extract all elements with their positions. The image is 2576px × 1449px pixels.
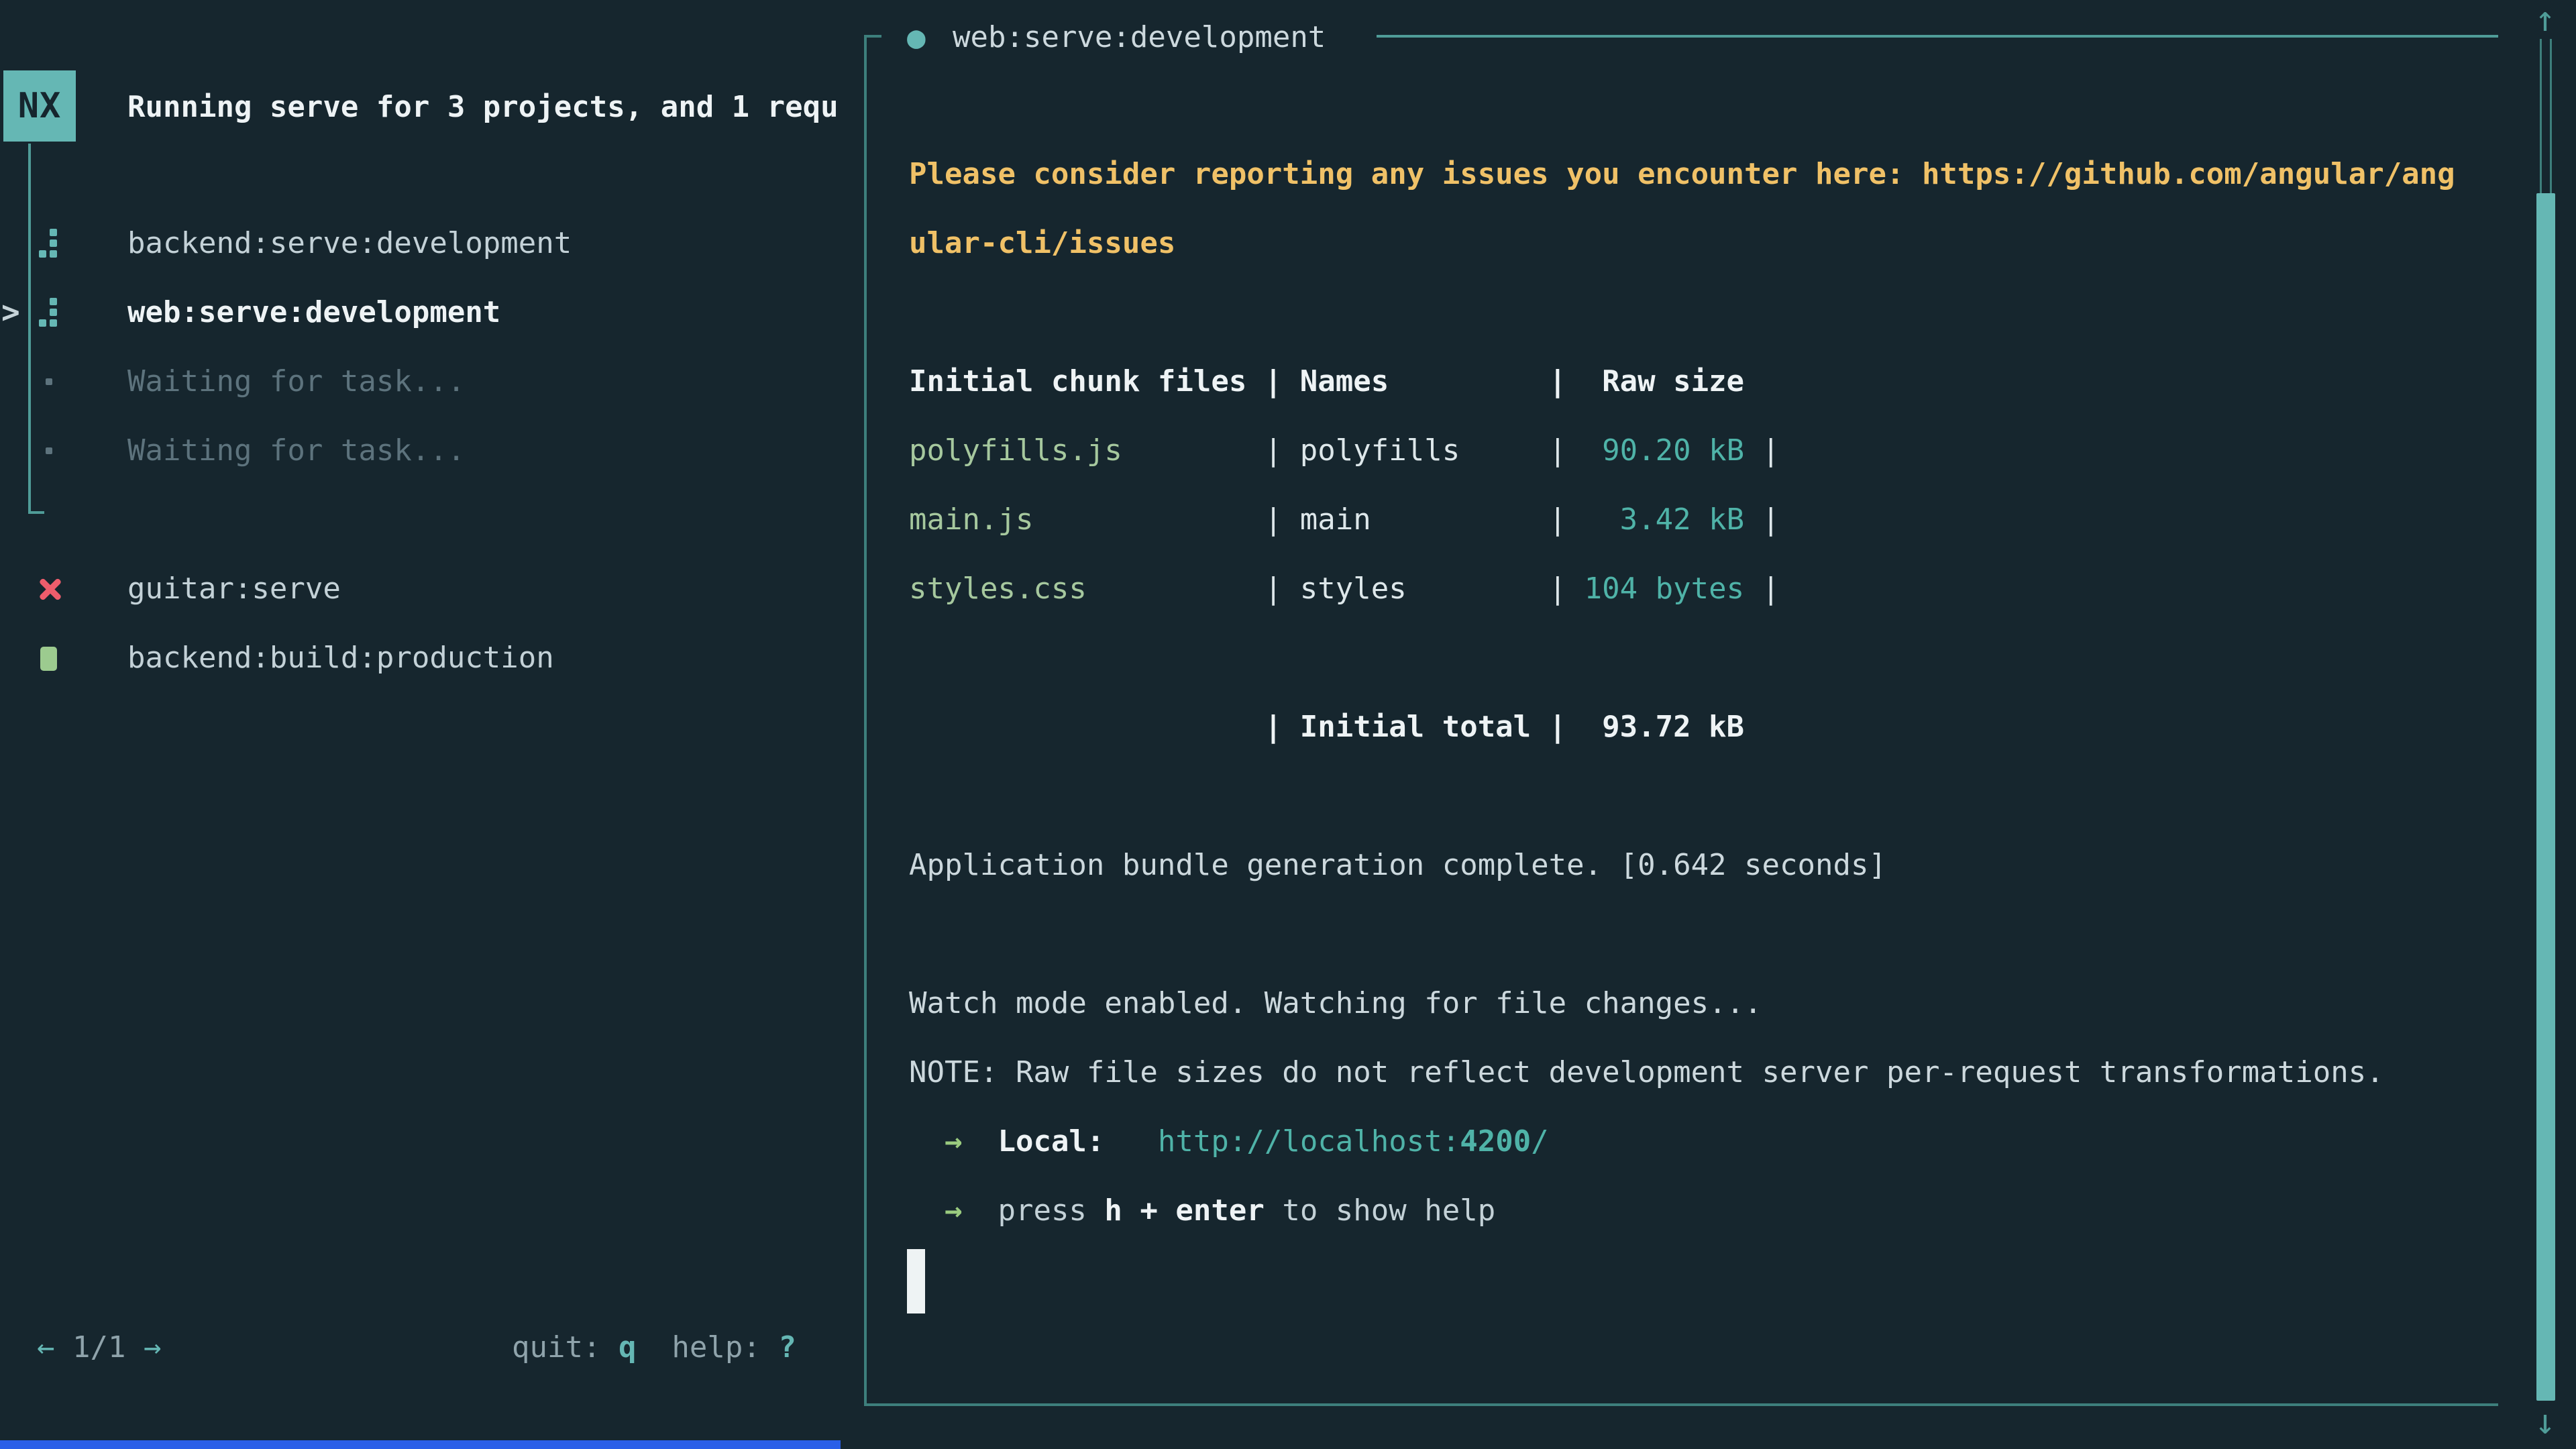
terminal-text-segment: | — [1744, 433, 1780, 468]
terminal-text-segment — [909, 1193, 945, 1228]
terminal-line — [909, 900, 2492, 969]
terminal-text-segment: | Initial total | 93.72 kB — [909, 710, 1744, 744]
spinner-icon — [39, 298, 58, 327]
terminal-text-segment: Local: — [998, 1124, 1104, 1159]
nx-logo: NX — [3, 70, 76, 142]
task-label: backend:serve:development — [127, 209, 572, 278]
task-row[interactable]: guitar:serve — [0, 554, 863, 623]
terminal-line: NOTE: Raw file sizes do not reflect deve… — [909, 1038, 2492, 1107]
terminal-text-segment: → — [945, 1124, 963, 1159]
task-row-spacer — [0, 485, 863, 554]
task-row[interactable]: backend:serve:development — [0, 209, 863, 278]
output-panel-border-top — [1377, 35, 2498, 38]
selected-task-chevron-icon: > — [1, 278, 20, 347]
waiting-dot-icon — [46, 447, 52, 454]
terminal-line — [909, 761, 2492, 830]
terminal-text-segment: h + enter — [1104, 1193, 1264, 1228]
terminal-text-segment: main.js — [909, 502, 1265, 537]
terminal-text-segment — [909, 1124, 945, 1159]
terminal-text-segment: Watch mode enabled. Watching for file ch… — [909, 986, 1762, 1020]
scrollbar-track[interactable] — [2540, 39, 2552, 193]
output-panel-title: web:serve:development — [953, 5, 1326, 69]
scrollbar-thumb[interactable] — [2536, 193, 2555, 1401]
task-row[interactable]: backend:build:production — [0, 623, 863, 692]
terminal-text-segment: | polyfills | — [1265, 433, 1585, 468]
terminal-cursor — [907, 1249, 925, 1313]
scroll-up-arrow-icon[interactable]: ↑ — [2525, 0, 2565, 39]
terminal-text-segment — [962, 1124, 998, 1159]
terminal-line — [909, 278, 2492, 347]
terminal-line: styles.css | styles | 104 bytes | — [909, 554, 2492, 623]
terminal-line: Watch mode enabled. Watching for file ch… — [909, 969, 2492, 1038]
terminal-line: → Local: http://localhost:4200/ — [909, 1107, 2492, 1176]
terminal-text-segment: press — [998, 1193, 1104, 1228]
terminal-text-segment: 90.20 kB — [1585, 433, 1744, 468]
task-label: backend:build:production — [127, 623, 554, 692]
page-indicator — [55, 1330, 73, 1364]
terminal-text-segment: to show help — [1265, 1193, 1495, 1228]
output-panel-border-bottom — [864, 1403, 2498, 1406]
bottom-accent-bar — [0, 1440, 841, 1449]
terminal-text-segment: Initial chunk files | Names | Raw size — [909, 364, 1744, 398]
task-list: backend:serve:development > web:serve:deve… — [0, 140, 863, 692]
terminal-text-segment: Application bundle generation complete. … — [909, 848, 1886, 882]
local-url-link[interactable]: / — [1531, 1124, 1549, 1159]
terminal-line: polyfills.js | polyfills | 90.20 kB | — [909, 416, 2492, 485]
page-next-arrow-icon[interactable]: → — [144, 1330, 162, 1364]
local-url-link[interactable]: 4200 — [1460, 1124, 1531, 1159]
terminal-line — [909, 623, 2492, 692]
terminal-line: Application bundle generation complete. … — [909, 830, 2492, 900]
terminal-text-segment: ular-cli/issues — [909, 226, 1175, 260]
scroll-down-arrow-icon[interactable]: ↓ — [2525, 1402, 2565, 1442]
task-row[interactable]: Waiting for task... — [0, 347, 863, 416]
waiting-dot-icon — [46, 378, 52, 385]
terminal-line: ular-cli/issues — [909, 209, 2492, 278]
output-panel-border-left — [864, 35, 867, 1406]
local-url-link[interactable]: http://localhost: — [1158, 1124, 1460, 1159]
task-row-spacer — [0, 140, 863, 209]
running-status-dot-icon: ● — [907, 5, 926, 69]
terminal-text-segment: polyfills.js — [909, 433, 1265, 468]
terminal-text-segment: 104 bytes — [1585, 572, 1744, 606]
terminal-line: Initial chunk files | Names | Raw size — [909, 347, 2492, 416]
terminal-text-segment: Please consider reporting any issues you… — [909, 157, 2455, 191]
help-key: ? — [778, 1330, 796, 1364]
quit-key: q — [619, 1330, 637, 1364]
terminal-text-segment: | styles | — [1265, 572, 1585, 606]
terminal-line: → press h + enter to show help — [909, 1176, 2492, 1245]
page-prev-arrow-icon[interactable]: ← — [37, 1330, 55, 1364]
task-row[interactable]: > web:serve:development — [0, 278, 863, 347]
task-label: Waiting for task... — [127, 347, 465, 416]
task-label: web:serve:development — [127, 278, 500, 347]
keyboard-hints: quit: q help: ? — [512, 1313, 796, 1382]
quit-hint-label: quit: — [512, 1330, 619, 1364]
task-label: Waiting for task... — [127, 416, 465, 485]
terminal-text-segment — [962, 1193, 998, 1228]
terminal-text-segment: styles.css — [909, 572, 1265, 606]
terminal-text-segment: | — [1744, 502, 1780, 537]
terminal-text-segment: 3.42 kB — [1585, 502, 1744, 537]
help-hint-label: help: — [636, 1330, 778, 1364]
terminal-text-segment: NOTE: Raw file sizes do not reflect deve… — [909, 1055, 2384, 1089]
page-indicator-value: 1/1 — [72, 1330, 125, 1364]
terminal-line: main.js | main | 3.42 kB | — [909, 485, 2492, 554]
terminal-output: Please consider reporting any issues you… — [909, 140, 2492, 1245]
nx-tui-screen: { "colors":{ "background":"#16262e","acc… — [0, 0, 2576, 1449]
terminal-line: | Initial total | 93.72 kB — [909, 692, 2492, 761]
terminal-text-segment: | main | — [1265, 502, 1585, 537]
terminal-text-segment: → — [945, 1193, 963, 1228]
terminal-text-segment — [1104, 1124, 1157, 1159]
terminal-text-segment: | — [1744, 572, 1780, 606]
page-indicator — [125, 1330, 144, 1364]
error-cross-icon — [38, 576, 63, 602]
task-list-pagination: ← 1/1 → — [37, 1313, 161, 1382]
spinner-icon — [39, 229, 58, 258]
success-square-icon — [40, 647, 57, 671]
run-summary-title: Running serve for 3 projects, and 1 requ — [127, 72, 863, 142]
terminal-line: Please consider reporting any issues you… — [909, 140, 2492, 209]
task-label: guitar:serve — [127, 554, 341, 623]
task-row[interactable]: Waiting for task... — [0, 416, 863, 485]
